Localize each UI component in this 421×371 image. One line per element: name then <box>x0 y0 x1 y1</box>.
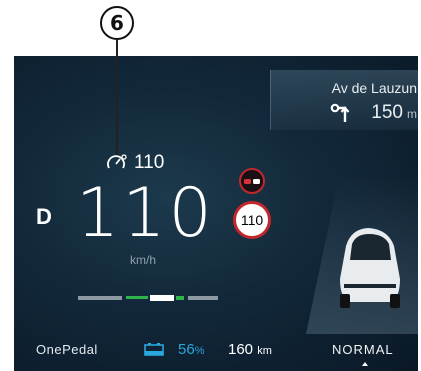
instrument-cluster: Av de Lauzun 150 m 110 D 110 km/h 110 On… <box>14 56 418 371</box>
lane-position-icon <box>78 295 218 301</box>
cruise-control: 110 <box>106 152 164 174</box>
range-readout: 160 km <box>228 341 272 358</box>
navigation-panel: Av de Lauzun 150 m <box>270 70 418 130</box>
range-value: 160 <box>228 341 254 358</box>
drive-mode-label: NORMAL <box>332 342 394 357</box>
gear-indicator: D <box>36 204 52 229</box>
speed-limit-sign: 110 <box>233 201 271 239</box>
speed-camera-badge <box>239 168 265 194</box>
callout-leader-line <box>116 40 118 155</box>
battery-percent: 56% <box>178 341 204 358</box>
vehicle-view <box>306 174 418 334</box>
callout-number: 6 <box>100 6 134 40</box>
turn-right-icon <box>330 103 350 122</box>
nav-distance-value: 150 <box>371 102 403 123</box>
battery-percent-value: 56 <box>178 341 195 358</box>
range-unit: km <box>257 345 272 357</box>
speedometer-icon <box>107 154 127 169</box>
speed-camera-icon <box>244 179 260 184</box>
vehicle-icon <box>340 228 400 308</box>
cruise-set-speed: 110 <box>134 152 165 173</box>
status-bar: OnePedal 56% 160 km NORMAL <box>14 338 418 366</box>
battery-icon <box>144 343 164 356</box>
speed-unit: km/h <box>130 253 157 267</box>
regen-mode-label: OnePedal <box>36 342 98 357</box>
nav-street-name: Av de Lauzun <box>331 80 417 96</box>
nav-distance: 150 m <box>371 102 417 124</box>
drive-mode-marker <box>362 362 368 366</box>
current-speed: 110 <box>76 174 215 253</box>
nav-distance-unit: m <box>407 107 417 121</box>
battery-percent-symbol: % <box>194 345 205 357</box>
